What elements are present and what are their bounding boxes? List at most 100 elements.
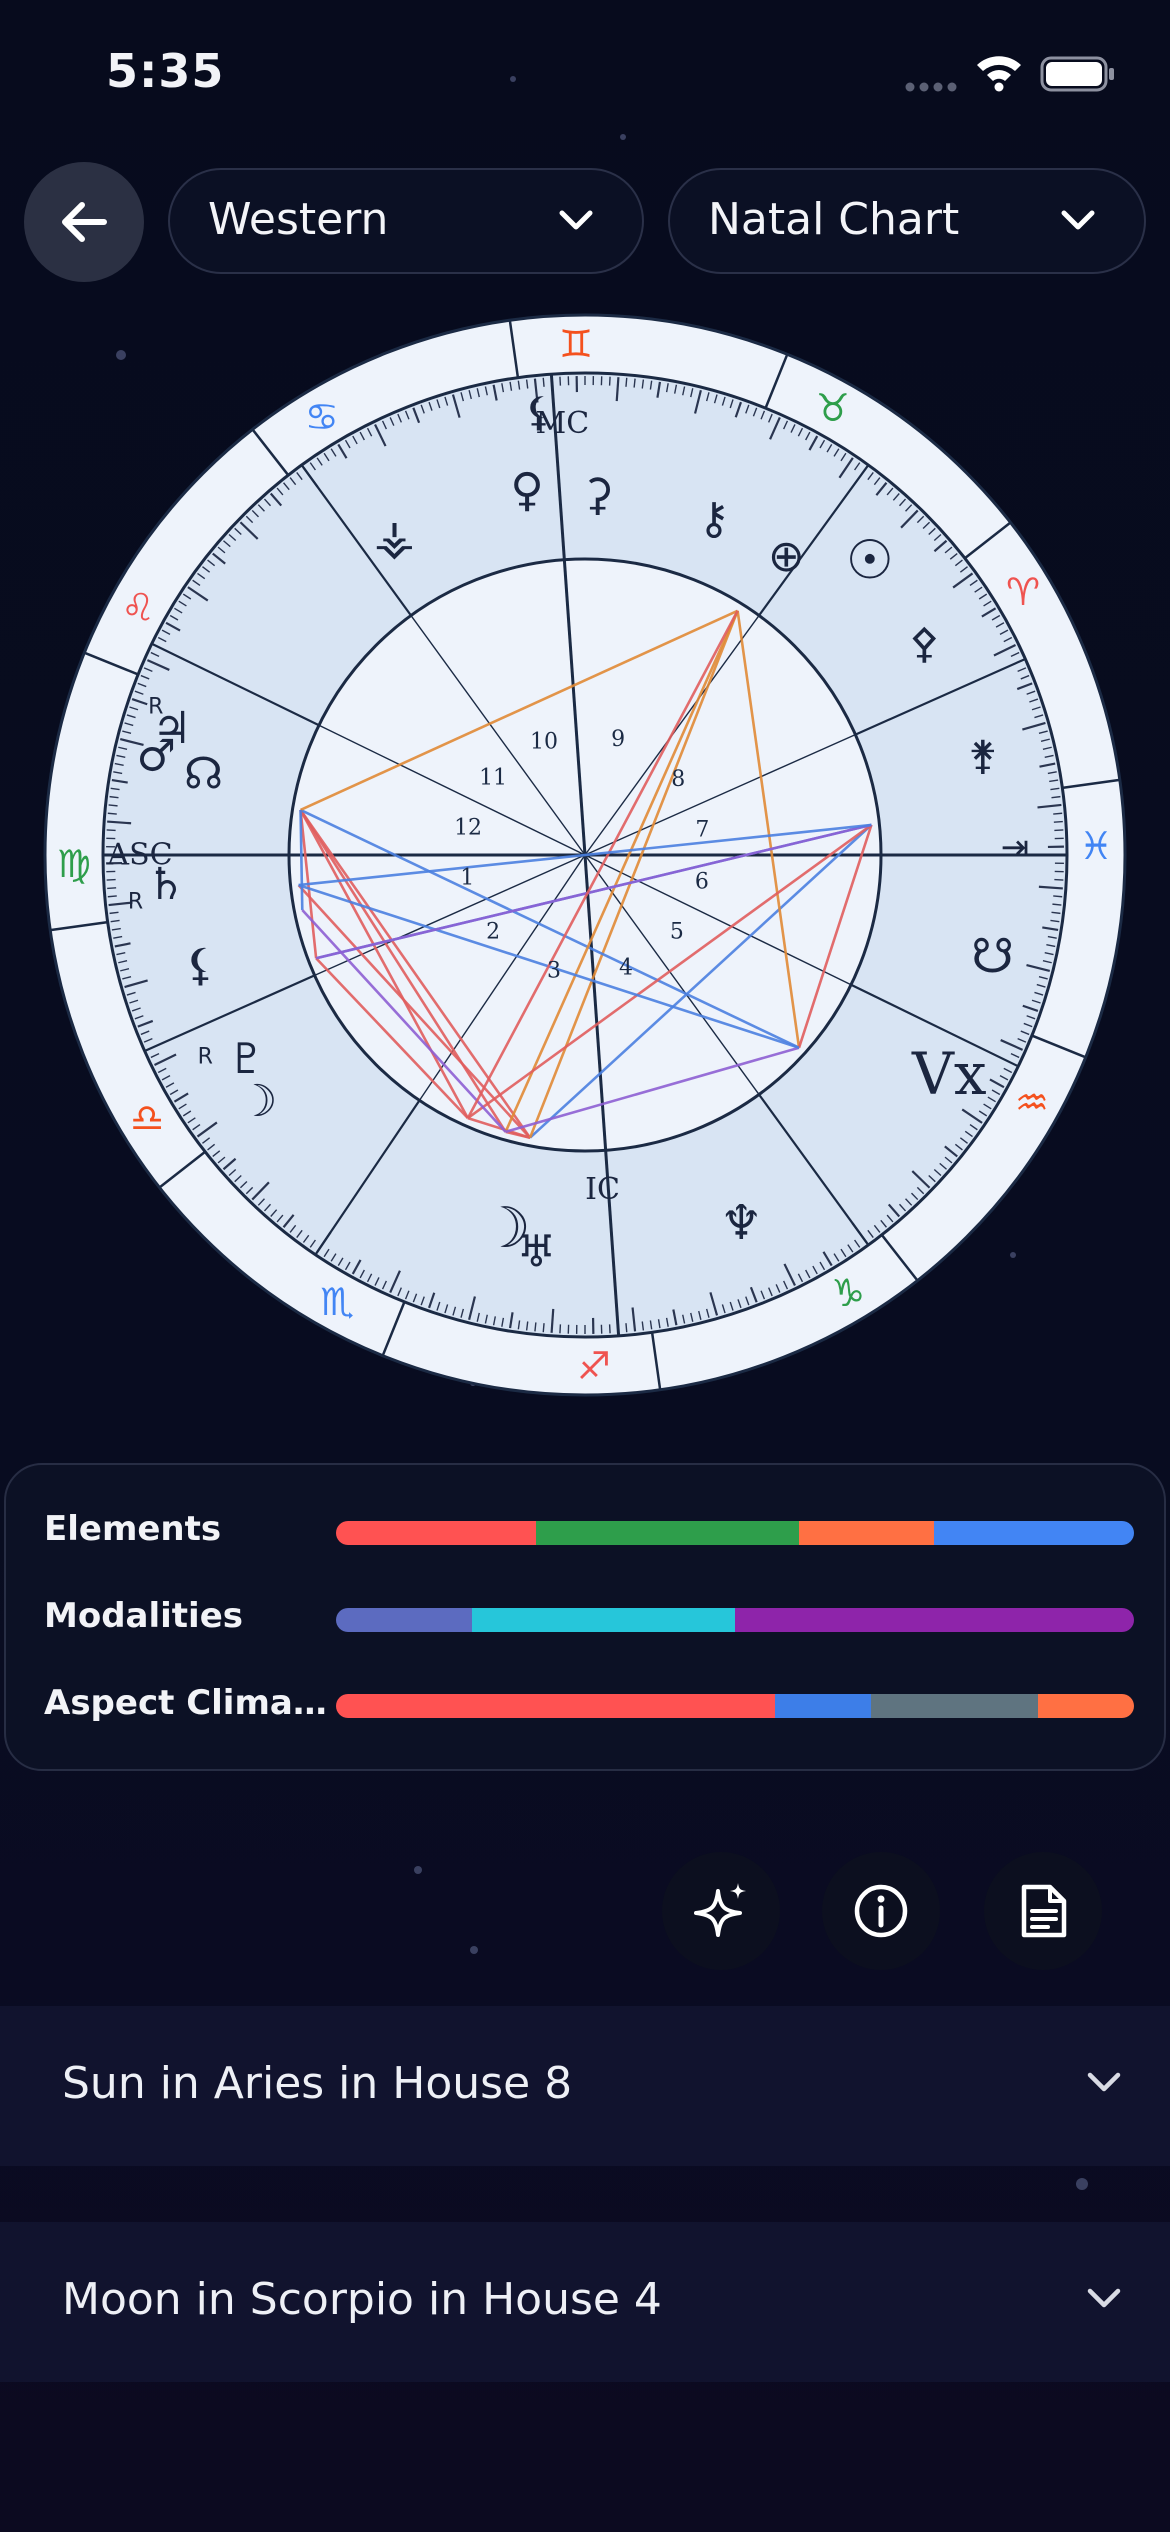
planet-glyph-lilith: ⚸ bbox=[184, 940, 216, 991]
bar-segment bbox=[870, 1694, 1039, 1718]
house-number: 3 bbox=[547, 958, 561, 983]
interpretation-item[interactable]: Moon in Scorpio in House 4 bbox=[0, 2222, 1170, 2382]
chart-type-select-value: Natal Chart bbox=[708, 194, 960, 245]
angle-label-ic: IC bbox=[585, 1172, 620, 1207]
planet-glyph-south-node: ☋ bbox=[971, 929, 1014, 985]
zodiac-sign-glyph: ♒ bbox=[1015, 1081, 1049, 1125]
chart-stats-card: Elements Modalities Aspect Clima… bbox=[4, 1463, 1166, 1771]
degree-tick bbox=[534, 1322, 537, 1332]
interpretation-item[interactable]: Sun in Aries in House 8 bbox=[0, 2006, 1170, 2166]
degree-tick bbox=[107, 895, 117, 898]
bar-segment bbox=[336, 1694, 775, 1718]
zodiac-sign-glyph: ♍ bbox=[57, 842, 91, 886]
degree-tick bbox=[1052, 903, 1062, 906]
planet-glyph-venus: ♀ bbox=[510, 463, 544, 517]
retrograde-marker: R bbox=[128, 890, 143, 915]
back-button[interactable] bbox=[24, 162, 144, 282]
retrograde-marker: R bbox=[148, 695, 163, 720]
angle-label-asc: ASC bbox=[106, 838, 172, 873]
house-number: 10 bbox=[530, 730, 558, 755]
interpretation-title: Moon in Scorpio in House 4 bbox=[62, 2274, 662, 2325]
chevron-down-icon bbox=[1087, 2072, 1121, 2092]
house-number: 11 bbox=[479, 765, 507, 790]
arrow-left-icon bbox=[62, 202, 107, 242]
aspect-line bbox=[299, 809, 304, 910]
retrograde-marker: R bbox=[198, 1044, 213, 1069]
planet-glyph-pallas: ⚴ bbox=[909, 619, 940, 668]
info-icon bbox=[854, 1884, 908, 1938]
house-number: 12 bbox=[454, 816, 482, 841]
planet-glyph-vesta: ⚶ bbox=[374, 510, 415, 566]
system-select[interactable]: Western bbox=[168, 168, 644, 274]
degree-tick bbox=[542, 377, 545, 387]
degree-tick bbox=[107, 887, 117, 890]
system-select-value: Western bbox=[208, 194, 389, 245]
planet-glyph-uranus: ♅ bbox=[517, 1227, 556, 1278]
angle-label-vertex: Vx bbox=[911, 1040, 987, 1108]
elements-bar bbox=[336, 1521, 1134, 1545]
planet-glyph-north-node: ☊ bbox=[184, 748, 223, 799]
planet-glyph-moon-left: ☽ bbox=[238, 1076, 277, 1127]
degree-tick bbox=[1053, 820, 1063, 823]
modalities-label: Modalities bbox=[44, 1596, 243, 1636]
bar-segment bbox=[1038, 1694, 1134, 1718]
info-button[interactable] bbox=[822, 1852, 940, 1970]
degree-tick bbox=[625, 377, 628, 387]
degree-tick bbox=[107, 812, 117, 815]
degree-tick bbox=[1053, 812, 1063, 815]
cellular-signal-icon bbox=[905, 82, 957, 92]
zodiac-sign-glyph: ♓ bbox=[1079, 824, 1113, 868]
chevron-down-icon bbox=[1087, 2288, 1121, 2308]
bar-segment bbox=[798, 1521, 935, 1545]
battery-icon bbox=[1040, 56, 1114, 92]
planet-glyph-chiron: ⚷ bbox=[698, 493, 730, 544]
house-number: 6 bbox=[695, 869, 709, 894]
bar-segment bbox=[774, 1694, 871, 1718]
status-bar: 5:35 bbox=[0, 0, 1170, 150]
planet-glyph-neptune: ♆ bbox=[720, 1195, 763, 1251]
aspect-climate-label: Aspect Clima… bbox=[44, 1683, 327, 1723]
zodiac-sign-glyph: ♑ bbox=[831, 1271, 865, 1315]
star bbox=[470, 1946, 478, 1954]
planet-glyph-descendant-glyph: ⇥ bbox=[1001, 827, 1030, 867]
bar-segment bbox=[934, 1521, 1134, 1545]
elements-label: Elements bbox=[44, 1509, 222, 1549]
star bbox=[1076, 2178, 1088, 2190]
bar-segment bbox=[734, 1608, 1134, 1632]
house-number: 5 bbox=[670, 920, 684, 945]
degree-tick bbox=[625, 1323, 628, 1333]
ai-insights-button[interactable] bbox=[662, 1852, 780, 1970]
house-number: 1 bbox=[460, 865, 474, 890]
house-number: 4 bbox=[619, 955, 633, 980]
document-icon bbox=[1021, 1884, 1067, 1938]
degree-tick bbox=[542, 1323, 545, 1333]
zodiac-sign-glyph: ♐ bbox=[577, 1344, 611, 1388]
bar-segment bbox=[535, 1521, 799, 1545]
zodiac-sign-glyph: ♎ bbox=[130, 1096, 164, 1140]
star bbox=[414, 1866, 422, 1874]
degree-tick bbox=[108, 804, 118, 807]
zodiac-sign-glyph: ♏ bbox=[320, 1280, 354, 1324]
planet-glyph-sun: ☉ bbox=[846, 529, 894, 592]
planet-glyph-part-of-fortune: ⊕ bbox=[768, 531, 805, 582]
bar-segment bbox=[471, 1608, 735, 1632]
house-number: 2 bbox=[486, 920, 500, 945]
natal-chart-wheel[interactable]: ♉ ♊ ♋ ♌ ♍ ♎ ♏ ♐ ♑ ♒ ♓ ♈ 1 2 3 4 5 6 7 8 9 10 11 12 ⚸ ⚳ ♀ ⚷ ☉ ⊕ ⚴ ⚵ ⇥ ☋ ♆… bbox=[40, 310, 1130, 1400]
planet-glyph-juno: ⚵ bbox=[968, 733, 997, 779]
house-number: 9 bbox=[611, 727, 625, 752]
bar-segment bbox=[336, 1521, 536, 1545]
house-number: 7 bbox=[695, 818, 709, 843]
house-number: 8 bbox=[671, 767, 685, 792]
report-button[interactable] bbox=[984, 1852, 1102, 1970]
zodiac-sign-glyph: ♌ bbox=[121, 585, 155, 629]
interpretation-title: Sun in Aries in House 8 bbox=[62, 2058, 573, 2109]
wifi-icon bbox=[977, 56, 1021, 92]
chevron-down-icon bbox=[559, 210, 593, 230]
zodiac-sign-glyph: ♈ bbox=[1006, 570, 1040, 614]
planet-glyph-ceres: ⚳ bbox=[581, 470, 613, 521]
zodiac-sign-glyph: ♊ bbox=[559, 322, 593, 366]
chart-type-select[interactable]: Natal Chart bbox=[668, 168, 1146, 274]
angle-label-mc: MC bbox=[536, 406, 590, 441]
chart-wheel-svg: ♉♊♋♌♍♎♏♐♑♒♓♈ 123 456789101112 ⚸⚳♀⚷☉⊕⚴⚵⇥☋♆… bbox=[43, 313, 1127, 1397]
zodiac-sign-glyph: ♋ bbox=[305, 395, 339, 439]
